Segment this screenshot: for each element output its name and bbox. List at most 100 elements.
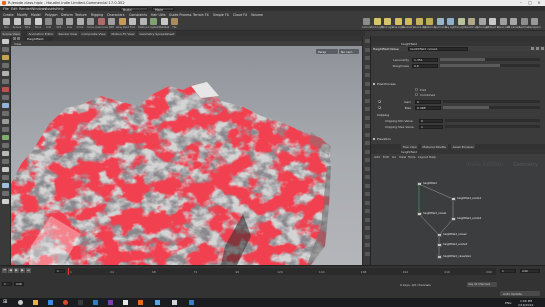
viewport-tool-icon[interactable] [2, 127, 9, 132]
shelf-tab[interactable]: Volume [250, 12, 264, 17]
viewport-tool-icon[interactable] [2, 39, 9, 44]
viewport-tool-icon[interactable] [2, 159, 9, 164]
app-icon[interactable] [172, 300, 177, 305]
network-node[interactable] [451, 217, 456, 221]
display-option-icon[interactable] [364, 166, 370, 171]
clip-min-slider[interactable] [445, 119, 540, 122]
shelf-tab[interactable]: Modify [16, 12, 29, 17]
gear-icon[interactable] [531, 47, 534, 50]
app-icon[interactable] [123, 300, 128, 305]
app-icon[interactable] [108, 300, 113, 305]
app-icon[interactable] [93, 300, 98, 305]
network-node[interactable] [437, 243, 442, 247]
clock-date[interactable]: 2/16/2019 [518, 303, 533, 307]
display-option-icon[interactable] [364, 175, 370, 179]
network-node[interactable] [437, 233, 442, 237]
display-option-icon[interactable] [364, 73, 370, 77]
gain-slider[interactable] [443, 100, 540, 103]
roughness-slider[interactable] [440, 64, 540, 67]
collapse-arrow-icon[interactable] [373, 83, 375, 85]
viewport-tool-icon[interactable] [2, 119, 9, 124]
app-icon[interactable] [155, 300, 160, 305]
display-option-icon[interactable] [364, 243, 370, 247]
viewport-tool-icon[interactable] [2, 167, 9, 172]
display-option-icon[interactable] [364, 107, 370, 111]
expand-arrow-icon[interactable] [373, 138, 375, 140]
display-option-icon[interactable] [364, 124, 370, 128]
elevation-heading[interactable]: Elevation [377, 137, 391, 141]
play-icon[interactable]: ▶ [14, 268, 19, 273]
display-option-icon[interactable] [364, 226, 370, 230]
shelf-tool-button[interactable]: File [170, 18, 179, 30]
viewport-tool-icon[interactable] [2, 199, 9, 204]
shelf-tab[interactable]: Guide Process [168, 12, 192, 17]
shelf-tab[interactable]: Cloud FX [232, 12, 248, 17]
menu-help[interactable]: Help [56, 7, 64, 11]
post-process-heading[interactable]: Post-Process [377, 82, 396, 86]
shelf-tab[interactable]: Deform [60, 12, 74, 17]
range-start-field[interactable]: 1 [500, 269, 516, 273]
viewport-tool-icon[interactable] [2, 143, 9, 148]
lacunarity-slider[interactable] [440, 58, 540, 61]
step-back-icon[interactable]: ◀ [8, 268, 13, 273]
viewport-tool-icon[interactable] [2, 191, 9, 196]
clip-max-field[interactable]: 1 [419, 124, 443, 129]
display-option-icon[interactable] [364, 64, 370, 69]
lacunarity-field[interactable]: 1.351 [412, 57, 438, 62]
display-option-icon[interactable] [364, 251, 370, 256]
back-arrow-icon[interactable] [13, 36, 16, 40]
viewport-tool-icon[interactable] [2, 47, 9, 52]
fold-checkbox[interactable] [415, 88, 418, 91]
search-icon[interactable] [18, 300, 23, 305]
viewport-tool-icon[interactable] [2, 63, 9, 68]
desktop-select[interactable]: Build [120, 6, 148, 12]
step-forward-icon[interactable]: ▶ [20, 268, 25, 273]
frame-ruler[interactable]: 1 24 48 72 96 120 144 168 192 216 240 [68, 268, 496, 275]
viewport-tool-icon[interactable] [2, 103, 9, 108]
display-option-icon[interactable] [364, 183, 370, 188]
display-option-icon[interactable] [364, 192, 370, 196]
camera-menu[interactable]: No cam [339, 49, 359, 54]
help-icon[interactable] [536, 47, 539, 50]
viewport-tool-icon[interactable] [2, 71, 9, 76]
shelf-tab[interactable]: Polygon [44, 12, 59, 17]
app-icon[interactable] [189, 300, 194, 305]
shelf-tab[interactable]: Model [30, 12, 42, 17]
auto-update-button[interactable]: Auto Update [500, 291, 540, 296]
range-end-field[interactable]: 240 [520, 269, 540, 273]
viewport-tool-icon[interactable] [2, 175, 9, 180]
network-node[interactable] [437, 255, 442, 259]
clip-max-slider[interactable] [445, 125, 540, 128]
display-option-icon[interactable] [364, 158, 370, 162]
shelf-tab[interactable]: Rigging [90, 12, 104, 17]
key-all-button[interactable]: Key All Channels [467, 282, 497, 287]
windows-start-icon[interactable]: ⊞ [3, 300, 8, 305]
display-option-icon[interactable] [364, 115, 370, 120]
display-option-icon[interactable] [364, 141, 370, 145]
input-language[interactable]: ENG [505, 301, 511, 305]
viewport-tool-icon[interactable] [2, 87, 9, 92]
node-name-field[interactable]: heightfield_noise1 [408, 46, 468, 51]
viewport-tool-icon[interactable] [2, 95, 9, 100]
shelf-tab[interactable]: Constraints [128, 12, 148, 17]
app-icon[interactable] [48, 300, 53, 305]
network-path-field[interactable]: Heightfield [23, 36, 53, 41]
gain-field[interactable]: 0 [415, 99, 441, 104]
combined-checkbox[interactable] [415, 93, 418, 96]
roughness-field[interactable]: 0.6 [412, 63, 438, 68]
network-node[interactable] [451, 197, 456, 201]
display-option-icon[interactable] [364, 98, 370, 103]
network-node[interactable] [417, 212, 422, 216]
display-option-icon[interactable] [364, 47, 370, 52]
viewport-tool-icon[interactable] [2, 111, 9, 116]
shelf-tab[interactable]: Create [2, 12, 15, 17]
persp-menu[interactable]: Persp [316, 49, 338, 54]
menu-windows[interactable]: Windows [31, 7, 46, 11]
display-option-icon[interactable] [364, 200, 370, 205]
go-to-start-icon[interactable]: ⏮ [2, 268, 7, 273]
3d-viewport[interactable]: Persp No cam [11, 46, 362, 265]
shelf-tab[interactable]: Characters [106, 12, 125, 17]
clip-min-field[interactable]: 0 [419, 118, 443, 123]
menu-render[interactable]: Render [19, 7, 31, 11]
houdini-taskbar-icon[interactable] [138, 300, 143, 305]
